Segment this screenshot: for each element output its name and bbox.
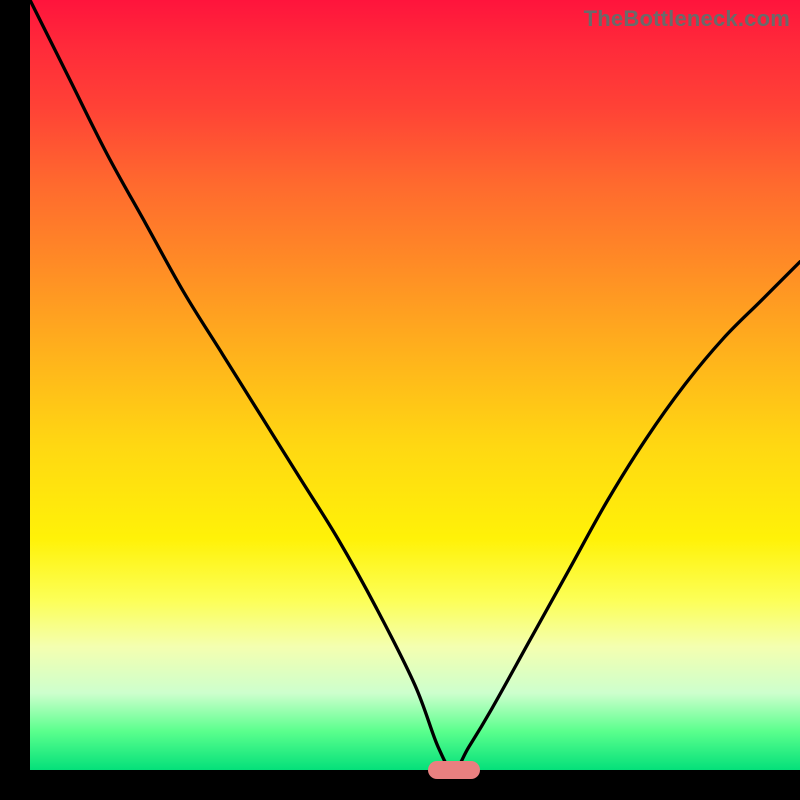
plot-area: TheBottleneck.com bbox=[30, 0, 800, 770]
chart-frame: TheBottleneck.com bbox=[0, 0, 800, 800]
curve-path bbox=[30, 0, 800, 770]
optimal-marker bbox=[428, 761, 480, 779]
bottleneck-curve bbox=[30, 0, 800, 770]
